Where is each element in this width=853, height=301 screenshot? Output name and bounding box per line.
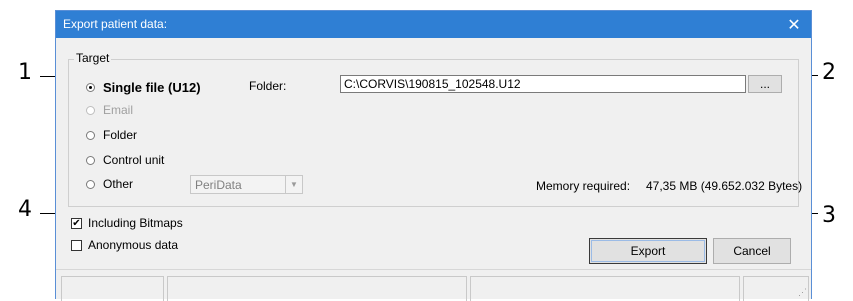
radio-label-folder: Folder [103,128,138,142]
checkbox-box: ✔ [71,217,82,229]
export-dialog: Export patient data: ✕ Target Single fil… [55,10,812,301]
callout-1: 1 [18,60,32,85]
close-icon[interactable]: ✕ [777,11,811,38]
radio-control-unit[interactable]: Control unit [86,153,164,167]
radio-other[interactable]: Other [86,177,133,191]
chevron-down-icon: ▼ [285,176,302,193]
radio-email: Email [86,103,133,117]
browse-button[interactable]: ... [748,75,782,93]
other-target-value: PeriData [195,178,242,192]
radio-indicator [86,179,95,189]
radio-folder[interactable]: Folder [86,128,137,142]
status-pane-2 [167,276,467,301]
export-button[interactable]: Export [589,238,707,264]
including-bitmaps-label: Including Bitmaps [88,216,183,230]
memory-value: 47,35 MB (49.652.032 Bytes) [646,179,803,193]
status-pane-1 [61,276,164,301]
callout-3: 3 [822,203,836,228]
radio-label-email: Email [103,103,134,117]
radio-indicator [86,105,95,115]
callout-2: 2 [822,60,836,85]
radio-single-file[interactable]: Single file (U12) [86,80,201,95]
resize-grip-icon[interactable]: ⋰ [798,287,807,298]
including-bitmaps-checkbox[interactable]: ✔ Including Bitmaps [71,216,183,230]
folder-label: Folder: [249,79,287,93]
window-title: Export patient data: [63,17,168,31]
radio-label-control-unit: Control unit [103,153,165,167]
status-pane-3 [470,276,740,301]
callout-4: 4 [18,197,32,222]
folder-path-field[interactable]: C:\CORVIS\190815_102548.U12 [340,75,746,93]
checkbox-box [71,239,82,251]
anonymous-data-checkbox[interactable]: Anonymous data [71,238,178,252]
status-bar: ⋰ [56,269,811,301]
other-target-select: PeriData ▼ [190,175,303,194]
memory-label: Memory required: [536,179,631,193]
target-group-legend: Target [74,51,112,65]
title-bar: Export patient data: ✕ [56,11,811,38]
cancel-button[interactable]: Cancel [713,238,791,264]
radio-label-single-file: Single file (U12) [103,80,201,95]
radio-label-other: Other [103,177,134,191]
anonymous-data-label: Anonymous data [88,238,179,252]
radio-indicator [86,130,95,140]
radio-indicator [86,83,95,92]
radio-indicator [86,155,95,165]
